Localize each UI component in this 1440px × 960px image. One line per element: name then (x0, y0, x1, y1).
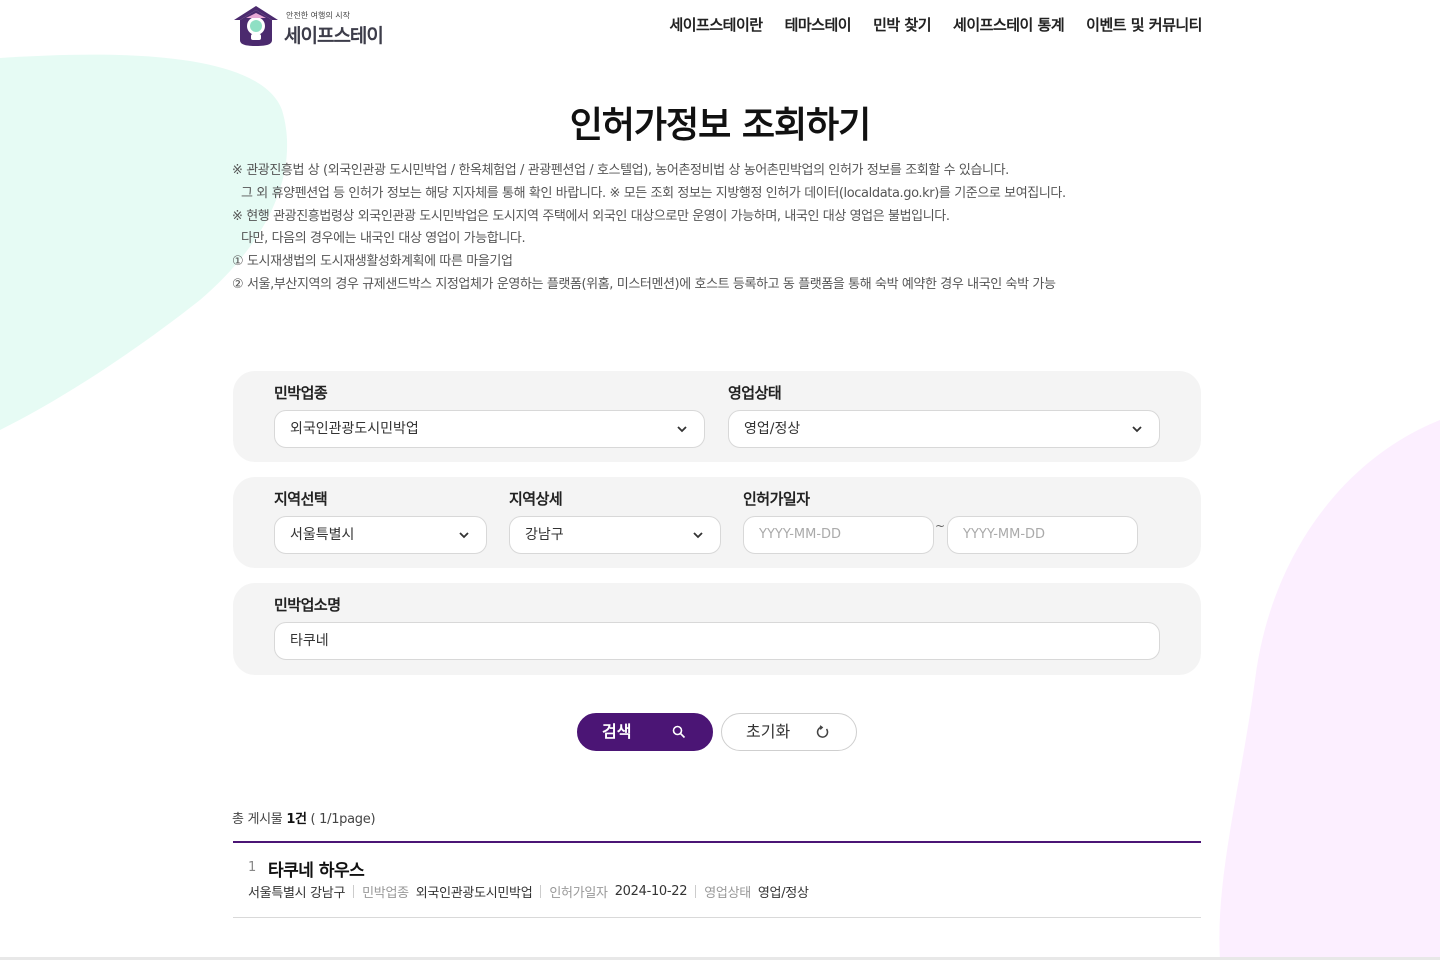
status-field: 영업상태 영업/정상 (728, 382, 1160, 448)
notice-line: 다만, 다음의 경우에는 내국인 대상 영업이 가능합니다. (241, 231, 526, 247)
notice-line: 그 외 휴양펜션업 등 인허가 정보는 해당 지자체를 통해 확인 바랍니다. … (241, 185, 1066, 201)
result-meta: 서울특별시 강남구 민박업종 외국인관광도시민박업 인허가일자 2024-10-… (248, 882, 809, 901)
name-input[interactable]: 타쿠네 (274, 622, 1160, 660)
nav-item-events-community[interactable]: 이벤트 및 커뮤니티 (1086, 14, 1202, 35)
meta-divider (695, 885, 697, 898)
name-field: 민박업소명 타쿠네 (274, 594, 1160, 660)
notice-line: ② 서울,부산지역의 경우 규제샌드박스 지정업체가 운영하는 플랫폼(위홈, … (232, 276, 1056, 292)
result-count: 총 게시물 1건 ( 1/1page) (232, 808, 376, 827)
reset-button[interactable]: 초기화 (721, 713, 857, 751)
logo-tagline: 안전한 여행의 시작 (286, 11, 350, 20)
date-to-placeholder: YYYY-MM-DD (963, 527, 1046, 542)
meta-divider (540, 885, 542, 898)
result-count-prefix: 총 게시물 (232, 812, 287, 827)
chevron-down-icon (1132, 426, 1142, 433)
filter-panel-region-date: 지역선택 서울특별시 지역상세 강남구 인허가일자 YYYY-MM-DD ~ Y… (233, 477, 1201, 568)
name-input-value: 타쿠네 (290, 633, 329, 649)
nav-item-statistics[interactable]: 세이프스테이 통계 (953, 14, 1065, 35)
name-label: 민박업소명 (274, 596, 341, 614)
chevron-down-icon (693, 532, 703, 539)
date-to-field: YYYY-MM-DD (947, 516, 1138, 554)
date-from-placeholder: YYYY-MM-DD (759, 527, 842, 542)
result-status-value: 영업/정상 (757, 886, 809, 901)
nav-item-theme-stay[interactable]: 테마스테이 (785, 14, 852, 35)
date-range-separator: ~ (935, 519, 946, 533)
search-button-label: 검색 (602, 722, 632, 741)
results-bottom-divider (233, 917, 1201, 918)
result-date-key: 인허가일자 (549, 886, 608, 901)
region-select[interactable]: 서울특별시 (274, 516, 487, 554)
filter-panel-type-status: 민박업종 외국인관광도시민박업 영업상태 영업/정상 (233, 371, 1201, 462)
filter-panel-name: 민박업소명 타쿠네 (233, 583, 1201, 675)
result-status-key: 영업상태 (704, 886, 751, 901)
result-type-value: 외국인관광도시민박업 (415, 886, 533, 901)
result-page-info: ( 1/1page) (306, 812, 376, 827)
result-address: 서울특별시 강남구 (248, 886, 346, 901)
district-select-value: 강남구 (525, 527, 564, 543)
district-select[interactable]: 강남구 (509, 516, 721, 554)
district-field: 지역상세 강남구 (509, 488, 721, 554)
region-field: 지역선택 서울특별시 (274, 488, 487, 554)
results-divider (233, 841, 1201, 843)
result-date-value: 2024-10-22 (614, 884, 688, 899)
notice-line: ① 도시재생법의 도시재생활성화계획에 따른 마을기업 (232, 254, 513, 270)
type-field: 민박업종 외국인관광도시민박업 (274, 382, 705, 448)
status-label: 영업상태 (728, 384, 782, 402)
meta-divider (353, 885, 355, 898)
date-from-field: 인허가일자 YYYY-MM-DD (743, 488, 934, 554)
district-label: 지역상세 (509, 490, 563, 508)
pink-blob (1219, 420, 1440, 960)
date-from-input[interactable]: YYYY-MM-DD (743, 516, 934, 554)
notice-line: ※ 관광진흥법 상 (외국인관광 도시민박업 / 한옥체험업 / 관광펜션업 /… (232, 163, 1009, 178)
result-number: 1 (248, 860, 257, 875)
notice-line: ※ 현행 관광진흥법령상 외국인관광 도시민박업은 도시지역 주택에서 외국인 … (232, 208, 950, 224)
main-nav: 세이프스테이란 테마스테이 민박 찾기 세이프스테이 통계 이벤트 및 커뮤니티 (669, 14, 1202, 35)
reset-button-label: 초기화 (746, 722, 791, 741)
chevron-down-icon (677, 426, 687, 433)
region-select-value: 서울특별시 (290, 527, 355, 543)
status-select[interactable]: 영업/정상 (728, 410, 1160, 448)
date-to-input[interactable]: YYYY-MM-DD (947, 516, 1138, 554)
type-select[interactable]: 외국인관광도시민박업 (274, 410, 705, 448)
refresh-icon (816, 725, 829, 738)
result-type-key: 민박업종 (362, 886, 409, 901)
nav-item-find-stay[interactable]: 민박 찾기 (873, 14, 931, 35)
type-label: 민박업종 (274, 384, 328, 402)
house-logo-icon (234, 6, 278, 46)
search-icon (672, 725, 686, 739)
chevron-down-icon (459, 532, 469, 539)
logo-name: 세이프스테이 (284, 25, 384, 47)
result-name[interactable]: 타쿠네 하우스 (268, 856, 365, 881)
result-count-value: 1건 (286, 812, 307, 827)
region-label: 지역선택 (274, 490, 328, 508)
site-logo[interactable]: 안전한 여행의 시작 세이프스테이 (232, 4, 432, 48)
status-select-value: 영업/정상 (744, 421, 801, 437)
search-button[interactable]: 검색 (577, 713, 713, 751)
page-title: 인허가정보 조회하기 (569, 105, 872, 146)
type-select-value: 외국인관광도시민박업 (290, 421, 419, 437)
date-label: 인허가일자 (743, 490, 810, 508)
notice-text: ※ 관광진흥법 상 (외국인관광 도시민박업 / 한옥체험업 / 관광펜션업 /… (232, 160, 1212, 297)
nav-item-about[interactable]: 세이프스테이란 (669, 14, 763, 35)
